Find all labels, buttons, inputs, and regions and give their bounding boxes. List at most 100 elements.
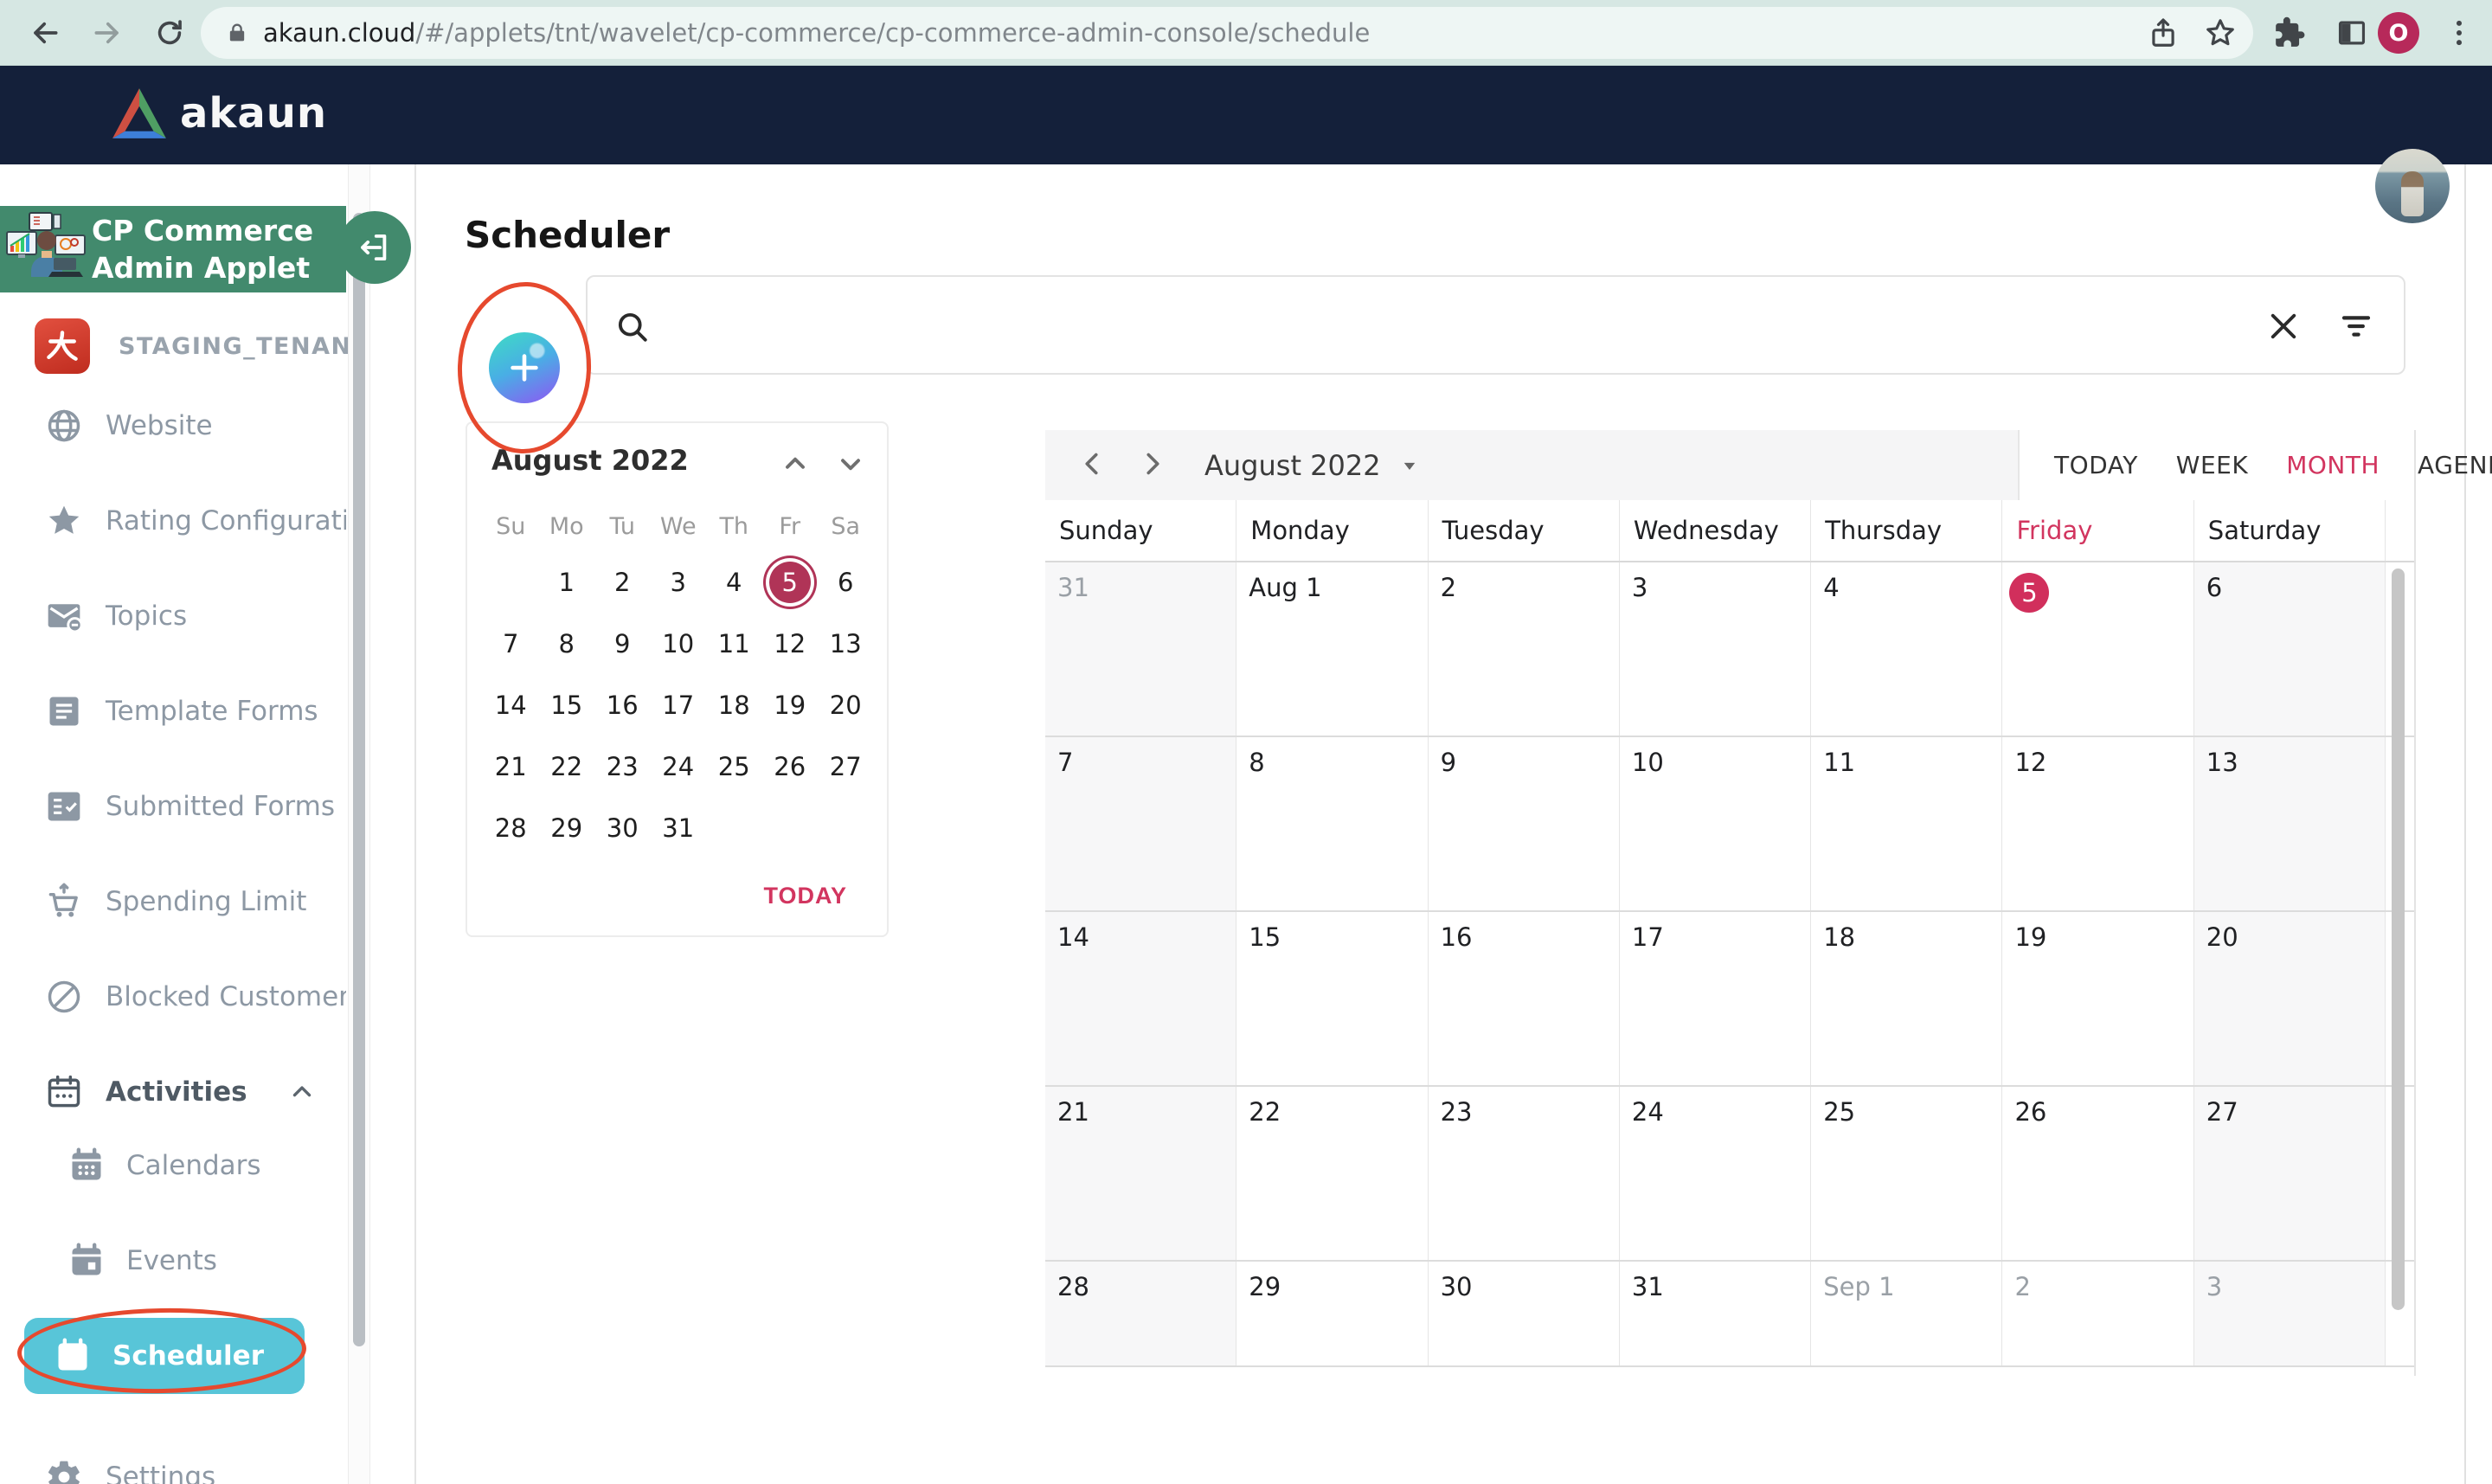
extensions-puzzle-icon[interactable] (2264, 7, 2315, 59)
tenant-row[interactable]: STAGING_TENANT (0, 318, 346, 374)
calendar-cell-13[interactable]: 13 (2194, 737, 2386, 910)
calendar-cell-21[interactable]: 21 (1045, 1087, 1236, 1260)
sidebar-item-topics[interactable]: Topics (0, 569, 346, 664)
address-bar[interactable]: akaun.cloud/#/applets/tnt/wavelet/cp-com… (201, 7, 2253, 59)
view-button-today[interactable]: TODAY (2054, 451, 2138, 479)
calendar-cell-3[interactable]: 3 (1620, 562, 1811, 736)
mini-day-27[interactable]: 27 (818, 736, 874, 797)
mini-day-10[interactable]: 10 (651, 613, 707, 674)
calendar-cell-11[interactable]: 11 (1811, 737, 2002, 910)
mini-day-25[interactable]: 25 (706, 736, 762, 797)
sidebar-item-spending-limit[interactable]: Spending Limit (0, 854, 346, 949)
calendar-cell-29[interactable]: 29 (1236, 1262, 1428, 1365)
calendar-cell-4[interactable]: 4 (1811, 562, 2002, 736)
sidebar-item-template-forms[interactable]: Template Forms (0, 664, 346, 759)
calendar-cell-23[interactable]: 23 (1429, 1087, 1620, 1260)
browser-profile-avatar[interactable]: O (2378, 12, 2419, 54)
mini-day-17[interactable]: 17 (651, 674, 707, 736)
mini-day-20[interactable]: 20 (818, 674, 874, 736)
browser-forward-icon[interactable] (81, 7, 133, 59)
sidebar-collapse-button[interactable] (338, 211, 411, 284)
sidebar-item-scheduler[interactable]: Scheduler (24, 1318, 305, 1394)
calendar-cell-22[interactable]: 22 (1236, 1087, 1428, 1260)
calendar-cell-16[interactable]: 16 (1429, 912, 1620, 1085)
calendar-cell-28[interactable]: 28 (1045, 1262, 1236, 1365)
mini-calendar-down-icon[interactable] (833, 447, 868, 482)
sidebar-item-events[interactable]: Events (0, 1213, 346, 1308)
calendar-month-dropdown[interactable]: August 2022 (1204, 449, 1423, 482)
calendar-cell-19[interactable]: 19 (2002, 912, 2193, 1085)
sidebar-item-submitted-forms[interactable]: Submitted Forms (0, 759, 346, 854)
calendar-cell-6[interactable]: 6 (2194, 562, 2386, 736)
browser-refresh-icon[interactable] (144, 7, 196, 59)
side-panel-icon[interactable] (2326, 7, 2378, 59)
search-input[interactable] (669, 284, 2226, 366)
calendar-cell-15[interactable]: 15 (1236, 912, 1428, 1085)
mini-selected-day[interactable]: 5 (769, 562, 811, 603)
calendar-cell-2[interactable]: 2 (2002, 1262, 2193, 1365)
mini-day-19[interactable]: 19 (762, 674, 819, 736)
mini-day-13[interactable]: 13 (818, 613, 874, 674)
sidebar-item-calendars[interactable]: Calendars (0, 1118, 346, 1213)
sidebar-item-website[interactable]: Website (0, 378, 346, 473)
akaun-logo[interactable]: akaun (111, 87, 327, 140)
browser-back-icon[interactable] (19, 7, 71, 59)
calendar-cell-aug-1[interactable]: Aug 1 (1236, 562, 1428, 736)
mini-day-4[interactable]: 4 (706, 551, 762, 613)
calendar-cell-18[interactable]: 18 (1811, 912, 2002, 1085)
mini-day-5[interactable]: 5 (762, 551, 819, 613)
filter-icon[interactable] (2337, 308, 2375, 346)
calendar-cell-8[interactable]: 8 (1236, 737, 1428, 910)
mini-day-1[interactable]: 1 (539, 551, 595, 613)
calendar-cell-10[interactable]: 10 (1620, 737, 1811, 910)
mini-day-11[interactable]: 11 (706, 613, 762, 674)
mini-day-15[interactable]: 15 (539, 674, 595, 736)
calendar-cell-17[interactable]: 17 (1620, 912, 1811, 1085)
mini-day-14[interactable]: 14 (483, 674, 539, 736)
view-button-week[interactable]: WEEK (2176, 451, 2248, 479)
mini-day-3[interactable]: 3 (651, 551, 707, 613)
calendar-cell-9[interactable]: 9 (1429, 737, 1620, 910)
view-button-month[interactable]: MONTH (2286, 451, 2380, 479)
add-button[interactable] (489, 332, 560, 403)
sidebar-scrollbar-track[interactable] (348, 164, 370, 1484)
calendar-cell-14[interactable]: 14 (1045, 912, 1236, 1085)
share-icon[interactable] (2137, 7, 2189, 59)
mini-day-9[interactable]: 9 (594, 613, 651, 674)
user-avatar[interactable] (2375, 149, 2450, 223)
calendar-scrollbar-thumb[interactable] (2392, 569, 2405, 1310)
calendar-prev-icon[interactable] (1075, 447, 1111, 484)
clear-search-icon[interactable] (2264, 308, 2303, 346)
calendar-cell-3[interactable]: 3 (2194, 1262, 2386, 1365)
mini-day-22[interactable]: 22 (539, 736, 595, 797)
mini-day-7[interactable]: 7 (483, 613, 539, 674)
calendar-cell-24[interactable]: 24 (1620, 1087, 1811, 1260)
calendar-cell-31[interactable]: 31 (1045, 562, 1236, 736)
calendar-cell-27[interactable]: 27 (2194, 1087, 2386, 1260)
mini-day-18[interactable]: 18 (706, 674, 762, 736)
sidebar-scrollbar-thumb[interactable] (353, 213, 365, 1346)
sidebar-item-rating-configuratio[interactable]: Rating Configuratio (0, 473, 346, 569)
calendar-cell-20[interactable]: 20 (2194, 912, 2386, 1085)
bookmark-star-icon[interactable] (2194, 7, 2246, 59)
mini-calendar-today-button[interactable]: TODAY (763, 883, 847, 909)
mini-day-8[interactable]: 8 (539, 613, 595, 674)
mini-day-26[interactable]: 26 (762, 736, 819, 797)
applet-header[interactable]: CP Commerce Admin Applet (0, 206, 346, 292)
mini-day-28[interactable]: 28 (483, 797, 539, 858)
calendar-cell-26[interactable]: 26 (2002, 1087, 2193, 1260)
browser-menu-kebab-icon[interactable] (2433, 7, 2485, 59)
chevron-up-icon[interactable] (287, 1077, 317, 1107)
mini-day-6[interactable]: 6 (818, 551, 874, 613)
mini-day-24[interactable]: 24 (651, 736, 707, 797)
mini-day-23[interactable]: 23 (594, 736, 651, 797)
calendar-cell-sep-1[interactable]: Sep 1 (1811, 1262, 2002, 1365)
sidebar-item-blocked-customers[interactable]: Blocked Customers (0, 949, 346, 1044)
calendar-cell-12[interactable]: 12 (2002, 737, 2193, 910)
view-button-agenda[interactable]: AGENDA (2418, 451, 2492, 479)
mini-calendar-up-icon[interactable] (778, 447, 812, 482)
calendar-cell-7[interactable]: 7 (1045, 737, 1236, 910)
mini-day-12[interactable]: 12 (762, 613, 819, 674)
calendar-cell-5[interactable]: 5 (2002, 562, 2193, 736)
sidebar-item-settings[interactable]: Settings (0, 1429, 346, 1484)
